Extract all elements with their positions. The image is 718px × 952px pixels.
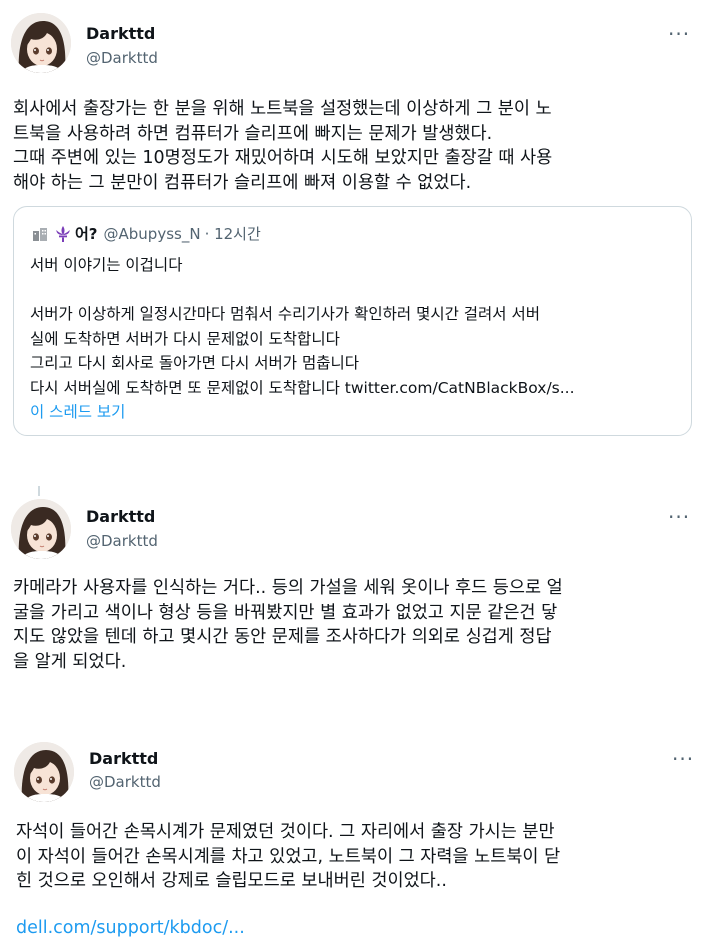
- quoted-tweet-link[interactable]: twitter.com/CatNBlackBox/s...: [345, 379, 575, 397]
- more-options-icon[interactable]: ···: [668, 24, 690, 44]
- tweet-3: Darkttd @Darkttd ··· 자석이 들어간 손목시계가 문제였던 …: [0, 736, 718, 952]
- display-name[interactable]: Darkttd: [86, 24, 155, 43]
- more-options-icon[interactable]: ···: [668, 507, 690, 527]
- username[interactable]: @Darkttd: [86, 532, 158, 550]
- avatar[interactable]: [11, 499, 71, 559]
- username[interactable]: @Darkttd: [89, 773, 161, 791]
- tweet-2: Darkttd @Darkttd ··· 카메라가 사용자를 인식하는 거다..…: [0, 496, 718, 716]
- display-name[interactable]: Darkttd: [86, 507, 155, 526]
- building-icon: [32, 227, 48, 241]
- quoted-tweet-header: 어? @Abupyss_N · 12시간: [32, 223, 261, 244]
- quoted-tweet[interactable]: 어? @Abupyss_N · 12시간 서버 이야기는 이겁니다 서버가 이상…: [13, 206, 692, 436]
- username[interactable]: @Darkttd: [86, 49, 158, 67]
- display-name[interactable]: Darkttd: [89, 749, 158, 768]
- thread-connector: [38, 486, 40, 496]
- show-thread-link[interactable]: 이 스레드 보기: [30, 400, 125, 422]
- tweet-link[interactable]: dell.com/support/kbdoc/...: [16, 916, 245, 941]
- fleur-de-lis-icon: [54, 225, 72, 243]
- more-options-icon[interactable]: ···: [672, 749, 694, 769]
- quoted-tweet-body: 서버 이야기는 이겁니다 서버가 이상하게 일정시간마다 멈춰서 수리기사가 확…: [30, 256, 540, 397]
- quoted-timestamp[interactable]: · 12시간: [205, 223, 261, 244]
- quoted-username[interactable]: @Abupyss_N: [104, 225, 201, 243]
- tweet-1: Darkttd @Darkttd ··· 회사에서 출장가는 한 분을 위해 노…: [0, 0, 718, 470]
- avatar[interactable]: [14, 742, 74, 802]
- tweet-text: 회사에서 출장가는 한 분을 위해 노트북을 설정했는데 이상하게 그 분이 노…: [13, 99, 553, 193]
- quoted-tweet-text: 서버 이야기는 이겁니다 서버가 이상하게 일정시간마다 멈춰서 수리기사가 확…: [30, 253, 680, 400]
- tweet-text: 자석이 들어간 손목시계가 문제였던 것이다. 그 자리에서 출장 가시는 분만…: [16, 822, 561, 891]
- avatar[interactable]: [11, 13, 71, 73]
- quoted-display-name[interactable]: 어?: [75, 223, 98, 244]
- tweet-text: 카메라가 사용자를 인식하는 거다.. 등의 가설을 세워 옷이나 후드 등으로…: [13, 578, 563, 672]
